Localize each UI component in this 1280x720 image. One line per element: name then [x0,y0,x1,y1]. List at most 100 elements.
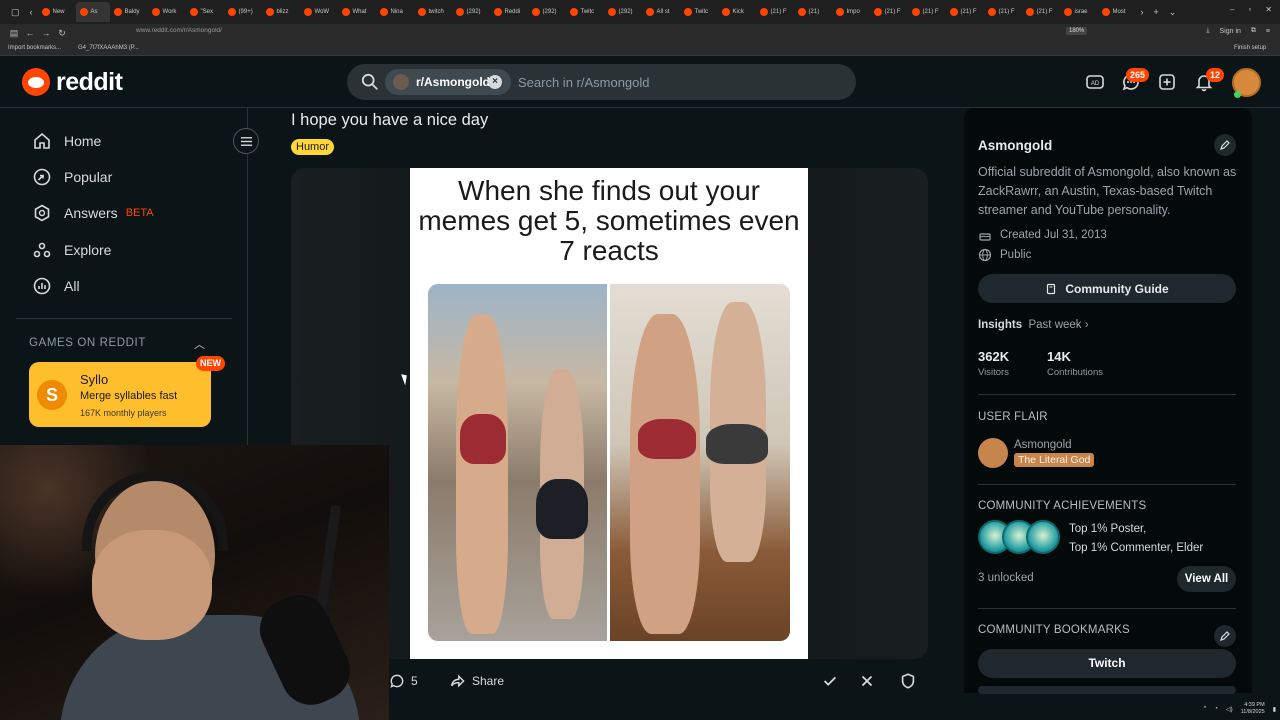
create-post-icon[interactable] [1157,72,1177,92]
browser-tab[interactable]: (21) F [756,2,794,22]
zoom-level[interactable]: 180% [1066,27,1088,35]
approve-icon[interactable] [821,672,839,690]
browser-tab[interactable]: Baldy [110,2,148,22]
browser-tab[interactable]: Work [148,2,186,22]
browser-tab[interactable]: All st [642,2,680,22]
close-window-icon[interactable]: ✕ [1265,5,1272,14]
browser-tab[interactable]: As [75,2,110,22]
tray-network-icon[interactable]: ◔ [1214,706,1218,712]
mod-shield-icon[interactable] [899,672,917,690]
edit-community-button[interactable] [1214,134,1236,156]
browser-tab[interactable]: Most [1098,2,1136,22]
bookmark-twitch-button[interactable]: Twitch [978,649,1236,678]
reddit-logo-icon[interactable] [22,68,50,96]
post-flair[interactable]: Humor [291,139,335,155]
back-icon[interactable]: ← [22,28,38,38]
browser-tab[interactable]: "Sex [186,2,224,22]
browser-tab[interactable]: What [338,2,376,22]
nav-item-popular[interactable]: Popular [32,165,112,189]
collapse-nav-button[interactable] [233,128,259,154]
maximize-icon[interactable]: ▫ [1248,5,1251,14]
bookmark-next-button[interactable] [978,686,1236,694]
clear-chip-icon[interactable]: × [488,75,502,89]
browser-tab[interactable]: (21) [794,2,832,22]
tab-dropdown-icon[interactable]: ⌄ [1164,7,1182,18]
browser-tab[interactable]: twitch [414,2,452,22]
browser-tab[interactable]: Impo [832,2,870,22]
subreddit-search-chip[interactable]: r/Asmongold × [385,69,511,95]
bookmark-tweet[interactable]: G4_7t7fXAAAhM3 (P... [78,45,139,51]
nav-item-all[interactable]: All [32,274,80,298]
tab-favicon-icon [797,8,806,16]
comments-button[interactable]: 5 [389,670,418,692]
sidebar-toggle-icon[interactable]: ▤ [6,28,22,39]
url-field[interactable]: www.reddit.com/r/Asmongold/ [136,27,222,34]
browser-tab[interactable]: WoW [300,2,338,22]
user-flair-tag[interactable]: The Literal God [1014,453,1095,467]
browser-tab[interactable]: Kick [718,2,756,22]
tray-clock[interactable]: 4:39 PM 11/8/2025 [1241,702,1265,716]
browser-tab[interactable]: (292) [528,2,566,22]
tab-back-icon[interactable]: ‹ [25,7,38,17]
reddit-wordmark[interactable]: reddit [56,68,123,97]
nav-label-popular: Popular [64,169,113,185]
sign-in-button[interactable]: Sign in [1220,28,1241,35]
tab-favicon-icon [607,8,616,16]
tab-title: Most [1112,9,1126,15]
sidebar-divider [978,608,1236,609]
finish-setup-button[interactable]: Finish setup [1234,45,1266,51]
browser-tab[interactable]: (21) F [1022,2,1060,22]
browser-tab[interactable]: (292) [604,2,642,22]
minimize-icon[interactable]: – [1230,5,1234,14]
search-input[interactable]: Search in r/Asmongold [518,75,650,90]
extensions-icon[interactable]: ⧉ [1251,27,1256,35]
nav-item-explore[interactable]: Explore [32,238,111,262]
tab-favicon-icon [569,8,578,16]
tab-title: Impo [846,9,860,15]
browser-tab[interactable]: (21) F [946,2,984,22]
download-icon[interactable]: ⤓ [1206,27,1209,35]
tab-scroll-right-icon[interactable]: › [1136,7,1149,17]
notification-center-icon[interactable]: ▮ [1273,706,1276,713]
advertise-icon[interactable]: AD [1085,72,1105,92]
remove-icon[interactable] [858,672,876,690]
forward-icon[interactable]: → [38,28,54,38]
bookmark-import[interactable]: Import bookmarks... [8,45,61,51]
chevron-up-icon[interactable]: ︿ [194,336,205,352]
nav-item-answers[interactable]: Answers BETA [32,201,154,225]
games-section-header[interactable]: GAMES ON REDDIT [29,337,146,349]
tray-chevron-icon[interactable]: ^ [1204,706,1207,712]
browser-tab[interactable]: israe [1060,2,1098,22]
browser-tab[interactable]: blizz [262,2,300,22]
nav-item-home[interactable]: Home [32,129,101,153]
browser-tab[interactable]: (21) F [870,2,908,22]
browser-tab[interactable]: Twitc [680,2,718,22]
share-button[interactable]: Share [450,670,504,692]
browser-tab[interactable]: (21) F [984,2,1022,22]
new-tab-icon[interactable]: + [1149,7,1164,17]
community-description: Official subreddit of Asmongold, also kn… [978,165,1237,217]
browser-tab[interactable]: New [38,2,76,22]
tab-list-icon[interactable]: ▢ [6,7,25,18]
reload-icon[interactable]: ↻ [54,28,70,39]
tab-title: (292) [618,9,633,15]
tab-title: Kick [732,9,744,15]
tab-favicon-icon [835,8,844,16]
tab-title: Nina [390,9,403,15]
view-all-button[interactable]: View All [1177,566,1236,592]
community-guide-button[interactable]: Community Guide [978,274,1236,303]
browser-tab[interactable]: (99+) [224,2,262,22]
browser-tab[interactable]: Twitc [566,2,604,22]
tab-favicon-icon [531,8,540,16]
tray-volume-icon[interactable]: ◁) [1226,706,1233,713]
edit-bookmarks-button[interactable] [1214,625,1236,647]
syllo-game-card[interactable]: S Syllo Merge syllables fast 167K monthl… [29,362,211,427]
achievement-badge-icon[interactable] [1026,520,1060,554]
search-bar[interactable]: r/Asmongold × Search in r/Asmongold [347,64,856,100]
insights-row[interactable]: Insights Past week › [978,319,1089,331]
browser-tab[interactable]: (21) F [908,2,946,22]
browser-tab[interactable]: (292) [452,2,490,22]
browser-tab[interactable]: Reddi [490,2,528,22]
menu-icon[interactable]: ≡ [1266,28,1270,35]
browser-tab[interactable]: Nina [376,2,414,22]
